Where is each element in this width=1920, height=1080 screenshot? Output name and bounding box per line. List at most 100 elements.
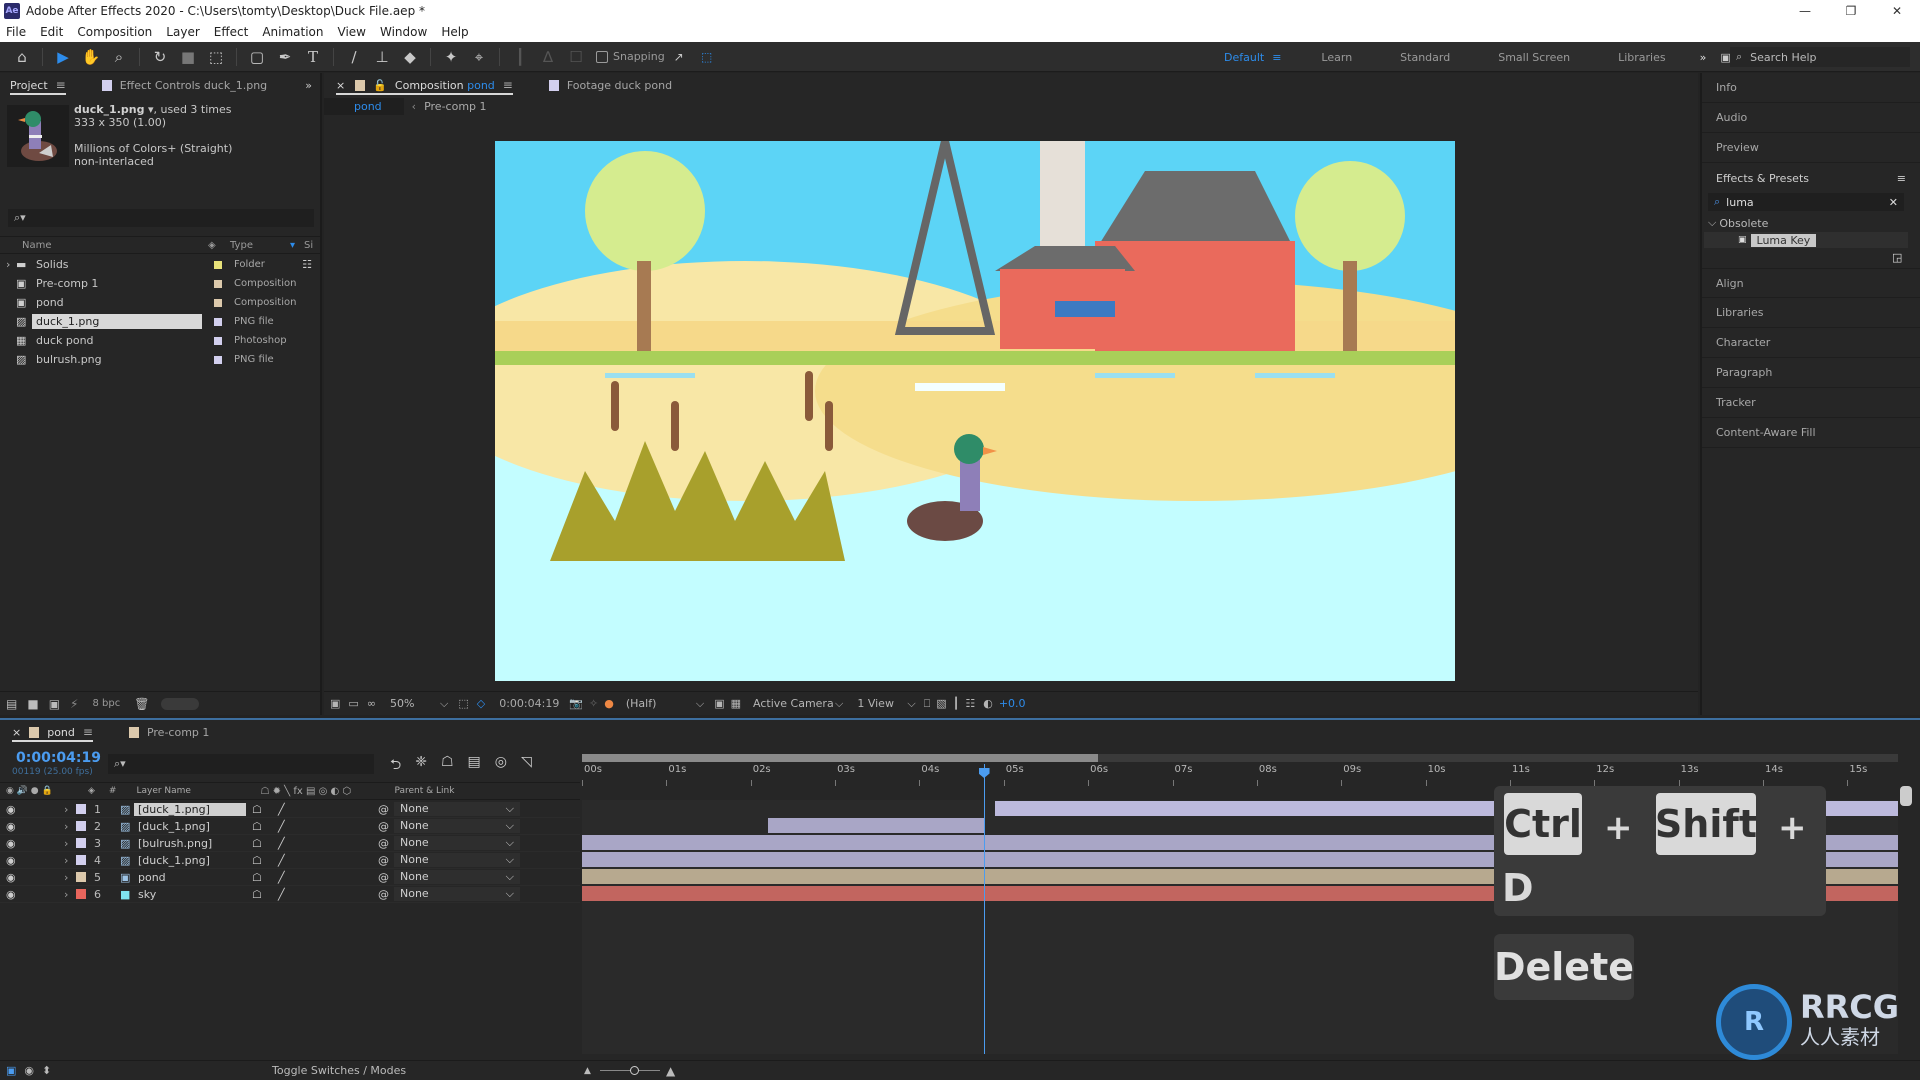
home-icon[interactable]: ⌂ [10,45,34,69]
timeline-vertical-scrollbar[interactable] [1900,786,1912,806]
draft-3d-icon[interactable]: ❈ [415,754,427,778]
effects-search-input[interactable]: ⌕ luma ✕ [1708,193,1904,211]
motion-blur-icon[interactable]: ◎ [495,754,507,778]
effect-item-luma-key[interactable]: ▣ Luma Key [1704,232,1908,248]
effects-category-obsolete[interactable]: ⌵ Obsolete [1708,215,1908,231]
av-features-icons[interactable]: ◉ 🔊 ● 🔒 [6,786,66,796]
sort-chevron-icon[interactable]: ▾ [290,240,304,251]
pick-whip-icon[interactable]: @ [378,803,394,816]
chevron-down-icon[interactable]: ⌵ [1708,216,1716,230]
local-axis-icon[interactable]: ∆ [536,45,560,69]
label-color-swatch[interactable] [214,298,222,307]
layer-duration-bar[interactable] [767,818,984,833]
brush-tool-icon[interactable]: ∕ [342,45,366,69]
chevron-down-icon[interactable]: ⌵ [506,836,514,850]
tab-effect-controls[interactable]: Effect Controls duck_1.png [101,73,267,97]
new-composition-icon[interactable]: ▣ [49,697,60,711]
panel-preview[interactable]: Preview [1702,133,1920,163]
expand-chevron-icon[interactable]: › [64,820,76,833]
tab-timeline-pond[interactable]: × pond ≡ [12,720,93,744]
workspace-menu-icon[interactable]: ≡ [1272,51,1281,64]
pick-whip-icon[interactable]: @ [378,871,394,884]
project-search-input[interactable]: ⌕▾ [8,209,314,227]
project-item[interactable]: ▨ bulrush.png PNG file [0,350,320,369]
snapping-checkbox[interactable] [596,50,608,63]
selection-tool-icon[interactable]: ▶ [51,45,75,69]
panel-character[interactable]: Character [1702,328,1920,358]
resolution-dropdown[interactable]: (Half) [626,697,696,710]
menu-help[interactable]: Help [441,25,468,39]
shy-switch-icon[interactable]: ☖ [252,888,278,901]
label-column-icon[interactable]: ◈ [208,240,230,251]
chevron-down-icon[interactable]: ⌵ [696,697,704,711]
time-ruler[interactable]: 00s 01s 02s 03s 04s 05s 06s 07s 08s 09s 10s 11s 12s 1… [582,764,1898,786]
visibility-eye-icon[interactable]: ◉ [6,820,64,833]
menu-window[interactable]: Window [380,25,427,39]
project-item[interactable]: ▨ duck_1.png PNG file [0,312,320,331]
pan-behind-icon[interactable]: ⬚ [204,45,228,69]
zoom-tool-icon[interactable]: ⌕ [107,45,131,69]
visibility-eye-icon[interactable]: ◉ [6,837,64,850]
workspace-default[interactable]: Default [1224,51,1264,64]
bit-depth-button[interactable]: 8 bpc [92,698,120,709]
panel-overflow-icon[interactable]: » [305,79,312,92]
frame-blending-icon[interactable]: ▤ [468,754,481,778]
pen-tool-icon[interactable]: ✒ [273,45,297,69]
layer-row[interactable]: ◉ › 2 ▨ [duck_1.png] ☖ ╱ @ None ⌵ [0,818,580,835]
toggle-switches-modes-button[interactable]: Toggle Switches / Modes [272,1064,406,1077]
label-color-swatch[interactable] [214,260,222,269]
label-color-swatch[interactable] [76,821,86,831]
layer-name[interactable]: sky [134,888,246,901]
chevron-down-icon[interactable]: ⌵ [506,870,514,884]
visibility-eye-icon[interactable]: ◉ [6,803,64,816]
world-axis-icon[interactable]: ☐ [564,45,588,69]
chevron-down-icon[interactable]: ⌵ [506,802,514,816]
label-color-swatch[interactable] [214,317,222,326]
quality-switch-icon[interactable]: ╱ [278,854,378,867]
region-of-interest-icon[interactable]: ▣ [714,697,724,710]
switches-icons[interactable]: ☖ ✹ ╲ fx ▤ ◎ ◐ ⬡ [260,786,394,797]
always-preview-icon[interactable]: ▣ [330,697,340,710]
eraser-icon[interactable]: ◆ [398,45,422,69]
project-item[interactable]: › ▬ Solids Folder ☷ [0,255,320,274]
current-time[interactable]: 0:00:04:19 [16,750,101,766]
label-color-swatch[interactable] [214,355,222,364]
expand-chevron-icon[interactable]: › [64,888,76,901]
panel-menu-icon[interactable]: ≡ [83,725,93,739]
label-color-swatch[interactable] [214,279,222,288]
column-layer-name[interactable]: Layer Name [136,786,260,796]
chevron-down-icon[interactable]: ⌵ [506,819,514,833]
tab-timeline-precomp[interactable]: Pre-comp 1 [128,720,209,744]
align-axis-icon[interactable]: ┃ [508,45,532,69]
fast-previews-icon[interactable]: ▧ [936,697,946,710]
restore-button[interactable]: ❐ [1828,0,1874,22]
project-settings-icon[interactable]: ⚡ [70,697,78,711]
clone-stamp-icon[interactable]: ⊥ [370,45,394,69]
composition-viewer[interactable] [495,141,1455,681]
project-item[interactable]: ▦ duck pond Photoshop [0,331,320,350]
panel-paragraph[interactable]: Paragraph [1702,358,1920,388]
close-tab-icon[interactable]: × [336,79,345,92]
shy-switch-icon[interactable]: ☖ [252,837,278,850]
project-scroll-handle[interactable] [161,697,200,710]
panel-audio[interactable]: Audio [1702,103,1920,133]
layer-name[interactable]: [duck_1.png] [134,802,246,816]
transfer-controls-icon[interactable]: ◉ [24,1064,34,1077]
project-item[interactable]: ▣ pond Composition [0,293,320,312]
column-name[interactable]: Name [22,240,208,251]
parent-dropdown[interactable]: None ⌵ [394,836,520,850]
monitor-icon[interactable]: ▭ [348,697,358,710]
label-color-swatch[interactable] [214,336,222,345]
channel-icon[interactable]: ● [604,697,614,710]
tab-footage-duck-pond[interactable]: Footage duck pond [548,73,672,97]
expand-chevron-icon[interactable]: › [0,258,16,271]
pick-whip-icon[interactable]: @ [378,888,394,901]
new-preset-icon[interactable]: ◲ [1892,251,1902,264]
layer-search-input[interactable]: ⌕▾ [108,754,374,774]
column-parent-link[interactable]: Parent & Link [394,786,454,796]
column-size[interactable]: Si [304,240,313,251]
pick-whip-icon[interactable]: @ [378,837,394,850]
hand-tool-icon[interactable]: ✋ [79,45,103,69]
snap-option-icon[interactable]: ↗ [667,45,691,69]
label-color-swatch[interactable] [76,855,86,865]
